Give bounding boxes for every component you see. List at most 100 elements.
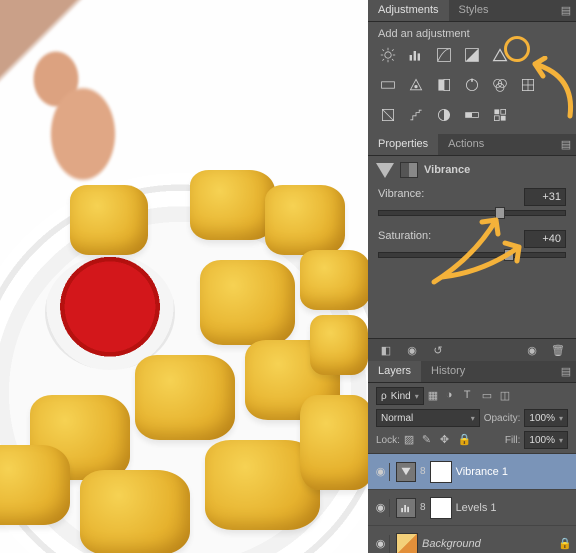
opacity-label: Opacity: [484,413,521,424]
properties-panel-menu[interactable]: ▤ [556,134,576,155]
filter-kind-select[interactable]: ρ Kind ▾ [376,387,424,405]
photo-nugget [80,470,190,553]
layer-list: ◉ 8 Vibrance 1 ◉ 8 Levels 1 ◉ Background… [368,454,576,553]
photo-nugget [300,250,368,310]
properties-tabs: Properties Actions ▤ [368,134,576,156]
photo-hand [0,0,155,200]
levels-icon[interactable] [406,46,426,64]
color-lookup-icon[interactable] [518,76,538,94]
properties-header: Vibrance [368,156,576,184]
filter-adjustment-icon[interactable]: ◑ [446,389,460,403]
delete-adjustment-icon[interactable]: 🗑 [550,343,566,357]
filter-type-icon[interactable]: T [464,389,478,403]
exposure-icon[interactable] [462,46,482,64]
photo-nugget [190,170,275,240]
tab-layers[interactable]: Layers [368,361,421,382]
layers-panel-menu[interactable]: ▤ [556,361,576,382]
mask-thumb[interactable] [430,461,452,483]
reset-icon[interactable]: ↺ [430,343,446,357]
link-icon: 8 [420,502,426,513]
link-icon: 8 [420,466,426,477]
vibrance-icon[interactable] [490,46,510,64]
filter-smart-icon[interactable]: ◫ [500,389,514,403]
layer-row-background[interactable]: ◉ Background 🔒 [368,526,576,553]
visibility-toggle-icon[interactable]: ◉ [372,499,390,517]
vibrance-value-field[interactable] [524,188,566,206]
add-adjustment-label: Add an adjustment [368,22,576,44]
visibility-toggle-icon[interactable]: ◉ [372,535,390,553]
opacity-field[interactable]: 100% ▾ [524,409,568,427]
lock-all-icon[interactable]: 🔒 [458,433,472,447]
filter-shape-icon[interactable]: ▭ [482,389,496,403]
brightness-icon[interactable] [378,46,398,64]
tab-history[interactable]: History [421,361,475,382]
lock-icon: 🔒 [558,537,572,550]
saturation-track[interactable] [378,252,566,258]
mask-icon[interactable] [400,162,418,178]
mask-thumb[interactable] [430,497,452,519]
fill-label: Fill: [505,435,521,446]
filter-pixel-icon[interactable]: ▦ [428,389,442,403]
channel-mixer-icon[interactable] [490,76,510,94]
layer-controls: ρ Kind ▾ ▦ ◑ T ▭ ◫ Normal ▾ Opacity: 100… [368,383,576,454]
adjustment-thumb-icon [396,498,416,518]
toggle-visibility-icon[interactable]: ◉ [524,343,540,357]
fill-field[interactable]: 100% ▾ [524,431,568,449]
photo-nugget [0,445,70,525]
layer-row-vibrance[interactable]: ◉ 8 Vibrance 1 [368,454,576,490]
threshold-icon[interactable] [434,106,454,124]
layer-thumb [396,533,418,553]
panels-sidebar: Adjustments Styles ▤ Add an adjustment P… [368,0,576,553]
blend-mode-select[interactable]: Normal ▾ [376,409,480,427]
lock-position-icon[interactable]: ✥ [440,433,454,447]
adjustment-icons-row [368,74,576,104]
layer-name[interactable]: Levels 1 [456,502,572,514]
bw-icon[interactable] [434,76,454,94]
lock-pixels-icon[interactable]: ✎ [422,433,436,447]
gradient-map-icon[interactable] [462,106,482,124]
tab-styles[interactable]: Styles [449,0,499,21]
saturation-value-field[interactable] [524,230,566,248]
tab-adjustments[interactable]: Adjustments [368,0,449,21]
posterize-icon[interactable] [406,106,426,124]
lock-label: Lock: [376,435,400,446]
photo-nugget [265,185,345,255]
photo-nugget [135,355,235,440]
photo-filter-icon[interactable] [462,76,482,94]
photo-nugget [200,260,295,345]
curves-icon[interactable] [434,46,454,64]
lock-transparency-icon[interactable]: ▨ [404,433,418,447]
clip-to-layer-icon[interactable]: ◧ [378,343,394,357]
tab-properties[interactable]: Properties [368,134,438,155]
layer-name[interactable]: Background [422,538,554,550]
adjustments-tabs: Adjustments Styles ▤ [368,0,576,22]
layer-name[interactable]: Vibrance 1 [456,466,572,478]
vibrance-track[interactable] [378,210,566,216]
layers-tabs: Layers History ▤ [368,361,576,383]
photo-nugget [300,395,368,490]
photo-nugget [310,315,368,375]
vibrance-slider: Vibrance: [368,184,576,226]
adjustment-name: Vibrance [424,164,470,176]
color-balance-icon[interactable] [406,76,426,94]
tab-actions[interactable]: Actions [438,134,494,155]
invert-icon[interactable] [378,106,398,124]
adjustment-icons-row [368,104,576,134]
vibrance-label: Vibrance: [378,188,424,206]
saturation-slider: Saturation: [368,226,576,268]
vibrance-thumb[interactable] [495,207,505,219]
visibility-toggle-icon[interactable]: ◉ [372,463,390,481]
adjustment-icons-row [368,44,576,74]
view-previous-icon[interactable]: ◉ [404,343,420,357]
layer-row-levels[interactable]: ◉ 8 Levels 1 [368,490,576,526]
document-canvas[interactable] [0,0,368,553]
selective-color-icon[interactable] [490,106,510,124]
hue-icon[interactable] [378,76,398,94]
photo-ketchup-bowl [45,255,175,370]
saturation-thumb[interactable] [504,249,514,261]
adjustment-thumb-icon [396,462,416,482]
saturation-label: Saturation: [378,230,431,248]
vibrance-adjustment-icon [376,163,394,178]
adjustments-panel-menu[interactable]: ▤ [556,0,576,21]
photo-nugget [70,185,148,255]
